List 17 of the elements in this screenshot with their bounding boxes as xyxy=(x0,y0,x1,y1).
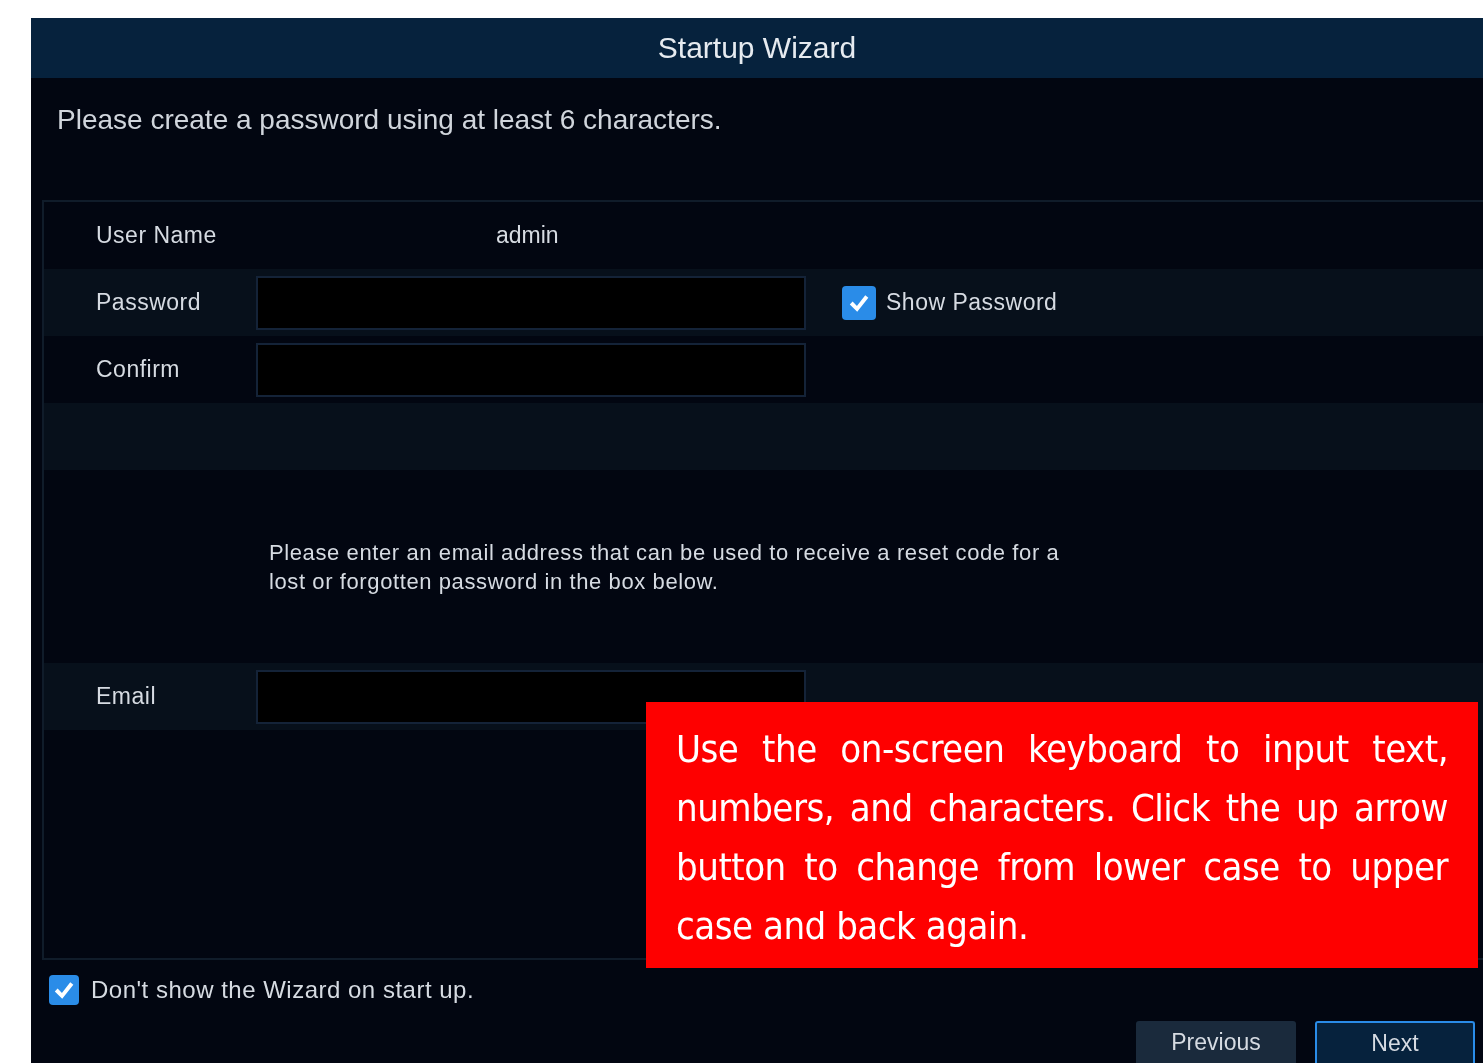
confirm-field[interactable] xyxy=(256,342,806,397)
password-field[interactable] xyxy=(256,275,806,330)
user-name-value: admin xyxy=(496,222,559,249)
field-label: User Name xyxy=(95,222,218,249)
instruction-text: Please create a password using at least 6 characters. xyxy=(56,103,723,137)
show-password-toggle[interactable]: Show Password xyxy=(842,285,1058,320)
email-instruction-text: Please enter an email address that can be used to receive a reset code for a lost or forgotten password in the box below. xyxy=(269,538,1061,596)
field-label: Password xyxy=(95,289,202,316)
dont-show-toggle[interactable]: Don't show the Wizard on start up. xyxy=(49,975,475,1005)
window-title: Startup Wizard xyxy=(657,31,857,65)
instruction-tooltip: Use the on-screen keyboard to input text, numbers, and characters. Click the up arrow button to change from lower case to upper case and back again. xyxy=(646,702,1478,968)
field-label: Confirm xyxy=(95,356,181,383)
wizard-button[interactable]: Next xyxy=(1315,1021,1475,1063)
checkbox[interactable] xyxy=(49,975,79,1005)
checkbox[interactable] xyxy=(842,285,876,320)
wizard-button[interactable]: Previous xyxy=(1136,1021,1296,1063)
field-label: Email xyxy=(95,683,157,710)
